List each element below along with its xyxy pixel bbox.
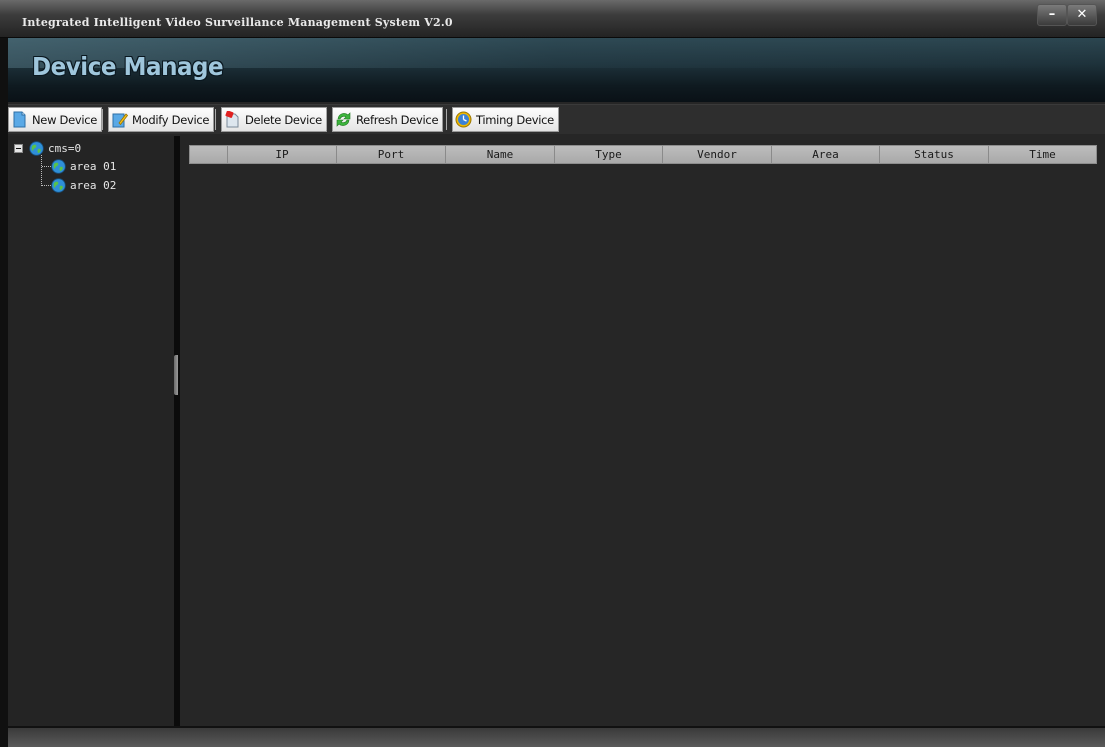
toolbar-separator	[102, 109, 103, 130]
app-window: Integrated Intelligent Video Surveillanc…	[0, 0, 1105, 747]
globe-icon	[51, 158, 66, 174]
status-bar	[8, 726, 1105, 747]
toolbar: New Device Modify Device Delete Device R…	[8, 104, 1105, 134]
timing-device-button[interactable]: Timing Device	[452, 107, 559, 132]
tree-item-label: area 02	[70, 178, 117, 192]
title-bar[interactable]: Integrated Intelligent Video Surveillanc…	[0, 0, 1105, 38]
tree-item-area-01[interactable]: area 01	[51, 157, 116, 175]
column-header-vendor[interactable]: Vendor	[663, 146, 772, 163]
delete-icon	[225, 111, 239, 128]
delete-device-label: Delete Device	[245, 112, 322, 127]
column-header-type[interactable]: Type	[555, 146, 663, 163]
new-document-icon	[13, 111, 26, 128]
toolbar-separator	[446, 109, 447, 130]
tree-root-label: cms=0	[48, 141, 82, 155]
banner-title: Device Manage	[32, 52, 224, 81]
banner: Device Manage	[8, 38, 1105, 102]
new-device-button[interactable]: New Device	[8, 107, 103, 132]
refresh-icon	[336, 112, 351, 127]
column-header-status[interactable]: Status	[880, 146, 989, 163]
device-table-header: IP Port Name Type Vendor Area Status Tim…	[189, 145, 1097, 164]
column-header-port[interactable]: Port	[337, 146, 446, 163]
refresh-device-button[interactable]: Refresh Device	[332, 107, 444, 132]
clock-icon	[455, 111, 472, 128]
column-header-select[interactable]	[190, 146, 228, 163]
tree-item-label: area 01	[70, 159, 117, 173]
delete-device-button[interactable]: Delete Device	[221, 107, 327, 132]
device-tree-panel	[8, 136, 174, 726]
tree-connector	[41, 155, 42, 186]
timing-device-label: Timing Device	[476, 112, 554, 127]
window-controls: – ✕	[1037, 4, 1097, 26]
refresh-device-label: Refresh Device	[356, 112, 439, 127]
splitter-grip-handle[interactable]	[174, 355, 178, 395]
toolbar-separator	[215, 109, 216, 130]
new-device-label: New Device	[32, 112, 98, 127]
column-header-name[interactable]: Name	[446, 146, 555, 163]
column-header-ip[interactable]: IP	[228, 146, 337, 163]
tree-item-area-02[interactable]: area 02	[51, 176, 116, 194]
column-header-area[interactable]: Area	[772, 146, 880, 163]
edit-icon	[112, 113, 128, 128]
globe-icon	[29, 140, 44, 156]
globe-icon	[51, 177, 66, 193]
toolbar-separator	[326, 109, 327, 130]
device-list-area	[180, 136, 1105, 726]
tree-collapse-toggle[interactable]	[14, 143, 23, 153]
modify-device-label: Modify Device	[132, 112, 210, 127]
window-title: Integrated Intelligent Video Surveillanc…	[22, 16, 453, 29]
minimize-button[interactable]: –	[1037, 4, 1067, 26]
column-header-time[interactable]: Time	[989, 146, 1096, 163]
window-left-border	[0, 38, 8, 747]
tree-root-node[interactable]: cms=0	[14, 139, 81, 157]
modify-device-button[interactable]: Modify Device	[108, 107, 215, 132]
close-button[interactable]: ✕	[1067, 4, 1097, 26]
